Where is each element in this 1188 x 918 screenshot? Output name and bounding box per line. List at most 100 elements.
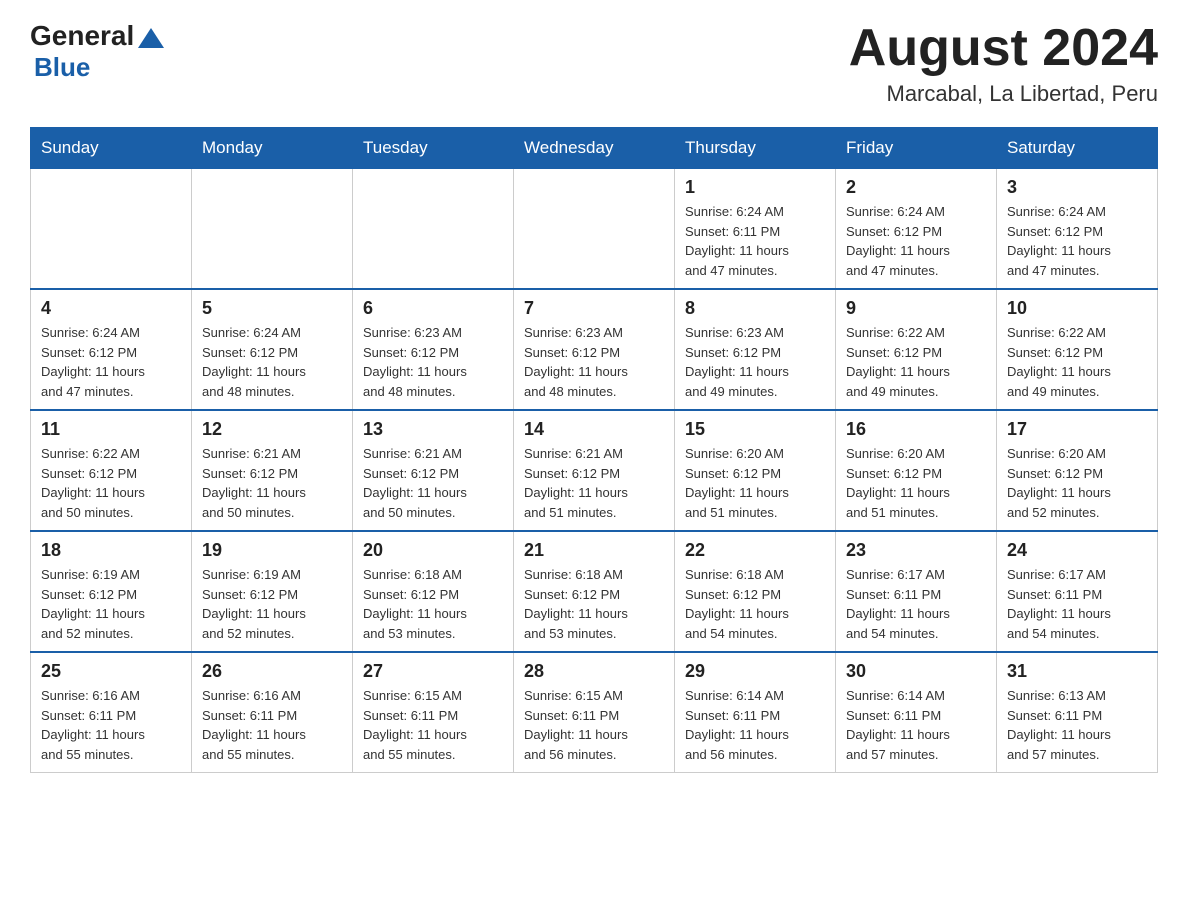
day-number: 11 [41, 419, 181, 440]
day-number: 20 [363, 540, 503, 561]
day-number: 24 [1007, 540, 1147, 561]
day-info: Sunrise: 6:18 AM Sunset: 6:12 PM Dayligh… [685, 565, 825, 643]
calendar-cell: 9 Sunrise: 6:22 AM Sunset: 6:12 PM Daylig… [836, 289, 997, 410]
day-info: Sunrise: 6:18 AM Sunset: 6:12 PM Dayligh… [524, 565, 664, 643]
day-number: 7 [524, 298, 664, 319]
col-sunday: Sunday [31, 128, 192, 169]
calendar-cell: 8Sunrise: 6:23 AM Sunset: 6:12 PM Daylig… [675, 289, 836, 410]
day-number: 19 [202, 540, 342, 561]
calendar-cell: 26 Sunrise: 6:16 AM Sunset: 6:11 PM Dayli… [192, 652, 353, 773]
col-tuesday: Tuesday [353, 128, 514, 169]
day-info: Sunrise: 6:19 AM Sunset: 6:12 PM Dayligh… [41, 565, 181, 643]
calendar-cell: 1 Sunrise: 6:24 AM Sunset: 6:11 PM Daylig… [675, 169, 836, 290]
calendar-cell: 28Sunrise: 6:15 AM Sunset: 6:11 PM Dayli… [514, 652, 675, 773]
logo-general-text: General [30, 20, 134, 52]
day-info: Sunrise: 6:14 AM Sunset: 6:11 PM Dayligh… [846, 686, 986, 764]
day-number: 3 [1007, 177, 1147, 198]
day-number: 29 [685, 661, 825, 682]
day-number: 14 [524, 419, 664, 440]
day-info: Sunrise: 6:24 AM Sunset: 6:12 PM Dayligh… [202, 323, 342, 401]
day-info: Sunrise: 6:24 AM Sunset: 6:12 PM Dayligh… [41, 323, 181, 401]
day-info: Sunrise: 6:19 AM Sunset: 6:12 PM Dayligh… [202, 565, 342, 643]
calendar-cell: 23 Sunrise: 6:17 AM Sunset: 6:11 PM Dayli… [836, 531, 997, 652]
col-thursday: Thursday [675, 128, 836, 169]
day-info: Sunrise: 6:21 AM Sunset: 6:12 PM Dayligh… [202, 444, 342, 522]
day-info: Sunrise: 6:13 AM Sunset: 6:11 PM Dayligh… [1007, 686, 1147, 764]
day-number: 21 [524, 540, 664, 561]
calendar-cell: 21 Sunrise: 6:18 AM Sunset: 6:12 PM Dayli… [514, 531, 675, 652]
day-info: Sunrise: 6:24 AM Sunset: 6:11 PM Dayligh… [685, 202, 825, 280]
calendar-cell: 22Sunrise: 6:18 AM Sunset: 6:12 PM Dayli… [675, 531, 836, 652]
calendar-cell: 19 Sunrise: 6:19 AM Sunset: 6:12 PM Dayli… [192, 531, 353, 652]
logo-blue-text: Blue [34, 52, 90, 83]
calendar-cell: 29 Sunrise: 6:14 AM Sunset: 6:11 PM Dayli… [675, 652, 836, 773]
day-number: 5 [202, 298, 342, 319]
calendar-cell: 20 Sunrise: 6:18 AM Sunset: 6:12 PM Dayli… [353, 531, 514, 652]
calendar-cell: 27 Sunrise: 6:15 AM Sunset: 6:11 PM Dayli… [353, 652, 514, 773]
day-number: 10 [1007, 298, 1147, 319]
day-info: Sunrise: 6:20 AM Sunset: 6:12 PM Dayligh… [1007, 444, 1147, 522]
col-monday: Monday [192, 128, 353, 169]
calendar-cell: 17 Sunrise: 6:20 AM Sunset: 6:12 PM Dayli… [997, 410, 1158, 531]
day-number: 6 [363, 298, 503, 319]
day-info: Sunrise: 6:23 AM Sunset: 6:12 PM Dayligh… [524, 323, 664, 401]
calendar-cell: 25 Sunrise: 6:16 AM Sunset: 6:11 PM Dayli… [31, 652, 192, 773]
day-info: Sunrise: 6:14 AM Sunset: 6:11 PM Dayligh… [685, 686, 825, 764]
col-friday: Friday [836, 128, 997, 169]
week-row-3: 11Sunrise: 6:22 AM Sunset: 6:12 PM Dayli… [31, 410, 1158, 531]
day-number: 17 [1007, 419, 1147, 440]
day-info: Sunrise: 6:24 AM Sunset: 6:12 PM Dayligh… [1007, 202, 1147, 280]
day-info: Sunrise: 6:21 AM Sunset: 6:12 PM Dayligh… [524, 444, 664, 522]
calendar-cell: 13 Sunrise: 6:21 AM Sunset: 6:12 PM Dayli… [353, 410, 514, 531]
week-row-1: 1 Sunrise: 6:24 AM Sunset: 6:11 PM Daylig… [31, 169, 1158, 290]
day-number: 25 [41, 661, 181, 682]
calendar-cell: 3 Sunrise: 6:24 AM Sunset: 6:12 PM Daylig… [997, 169, 1158, 290]
calendar-cell: 16Sunrise: 6:20 AM Sunset: 6:12 PM Dayli… [836, 410, 997, 531]
calendar-cell: 12 Sunrise: 6:21 AM Sunset: 6:12 PM Dayli… [192, 410, 353, 531]
day-info: Sunrise: 6:16 AM Sunset: 6:11 PM Dayligh… [202, 686, 342, 764]
day-number: 26 [202, 661, 342, 682]
day-info: Sunrise: 6:15 AM Sunset: 6:11 PM Dayligh… [363, 686, 503, 764]
calendar-cell: 30 Sunrise: 6:14 AM Sunset: 6:11 PM Dayli… [836, 652, 997, 773]
calendar-cell: 5 Sunrise: 6:24 AM Sunset: 6:12 PM Daylig… [192, 289, 353, 410]
calendar-cell: 11Sunrise: 6:22 AM Sunset: 6:12 PM Dayli… [31, 410, 192, 531]
day-number: 30 [846, 661, 986, 682]
calendar-cell: 24 Sunrise: 6:17 AM Sunset: 6:11 PM Dayli… [997, 531, 1158, 652]
calendar-title-area: August 2024 Marcabal, La Libertad, Peru [849, 20, 1158, 107]
day-number: 23 [846, 540, 986, 561]
day-number: 27 [363, 661, 503, 682]
calendar-cell: 10 Sunrise: 6:22 AM Sunset: 6:12 PM Dayli… [997, 289, 1158, 410]
day-info: Sunrise: 6:17 AM Sunset: 6:11 PM Dayligh… [846, 565, 986, 643]
header-row: Sunday Monday Tuesday Wednesday Thursday… [31, 128, 1158, 169]
col-wednesday: Wednesday [514, 128, 675, 169]
day-info: Sunrise: 6:24 AM Sunset: 6:12 PM Dayligh… [846, 202, 986, 280]
day-number: 16 [846, 419, 986, 440]
calendar-cell [192, 169, 353, 290]
day-info: Sunrise: 6:17 AM Sunset: 6:11 PM Dayligh… [1007, 565, 1147, 643]
day-number: 12 [202, 419, 342, 440]
day-info: Sunrise: 6:21 AM Sunset: 6:12 PM Dayligh… [363, 444, 503, 522]
day-number: 13 [363, 419, 503, 440]
day-number: 15 [685, 419, 825, 440]
day-number: 31 [1007, 661, 1147, 682]
day-number: 9 [846, 298, 986, 319]
day-info: Sunrise: 6:22 AM Sunset: 6:12 PM Dayligh… [846, 323, 986, 401]
calendar-cell: 31 Sunrise: 6:13 AM Sunset: 6:11 PM Dayli… [997, 652, 1158, 773]
calendar-cell: 7 Sunrise: 6:23 AM Sunset: 6:12 PM Daylig… [514, 289, 675, 410]
day-info: Sunrise: 6:15 AM Sunset: 6:11 PM Dayligh… [524, 686, 664, 764]
day-number: 8 [685, 298, 825, 319]
calendar-cell [353, 169, 514, 290]
day-number: 1 [685, 177, 825, 198]
day-info: Sunrise: 6:22 AM Sunset: 6:12 PM Dayligh… [1007, 323, 1147, 401]
day-info: Sunrise: 6:16 AM Sunset: 6:11 PM Dayligh… [41, 686, 181, 764]
calendar-subtitle: Marcabal, La Libertad, Peru [849, 81, 1158, 107]
day-info: Sunrise: 6:18 AM Sunset: 6:12 PM Dayligh… [363, 565, 503, 643]
week-row-5: 25 Sunrise: 6:16 AM Sunset: 6:11 PM Dayli… [31, 652, 1158, 773]
calendar-cell: 2Sunrise: 6:24 AM Sunset: 6:12 PM Daylig… [836, 169, 997, 290]
day-number: 18 [41, 540, 181, 561]
day-info: Sunrise: 6:23 AM Sunset: 6:12 PM Dayligh… [363, 323, 503, 401]
day-info: Sunrise: 6:20 AM Sunset: 6:12 PM Dayligh… [685, 444, 825, 522]
col-saturday: Saturday [997, 128, 1158, 169]
calendar-cell: 4Sunrise: 6:24 AM Sunset: 6:12 PM Daylig… [31, 289, 192, 410]
calendar-cell [31, 169, 192, 290]
